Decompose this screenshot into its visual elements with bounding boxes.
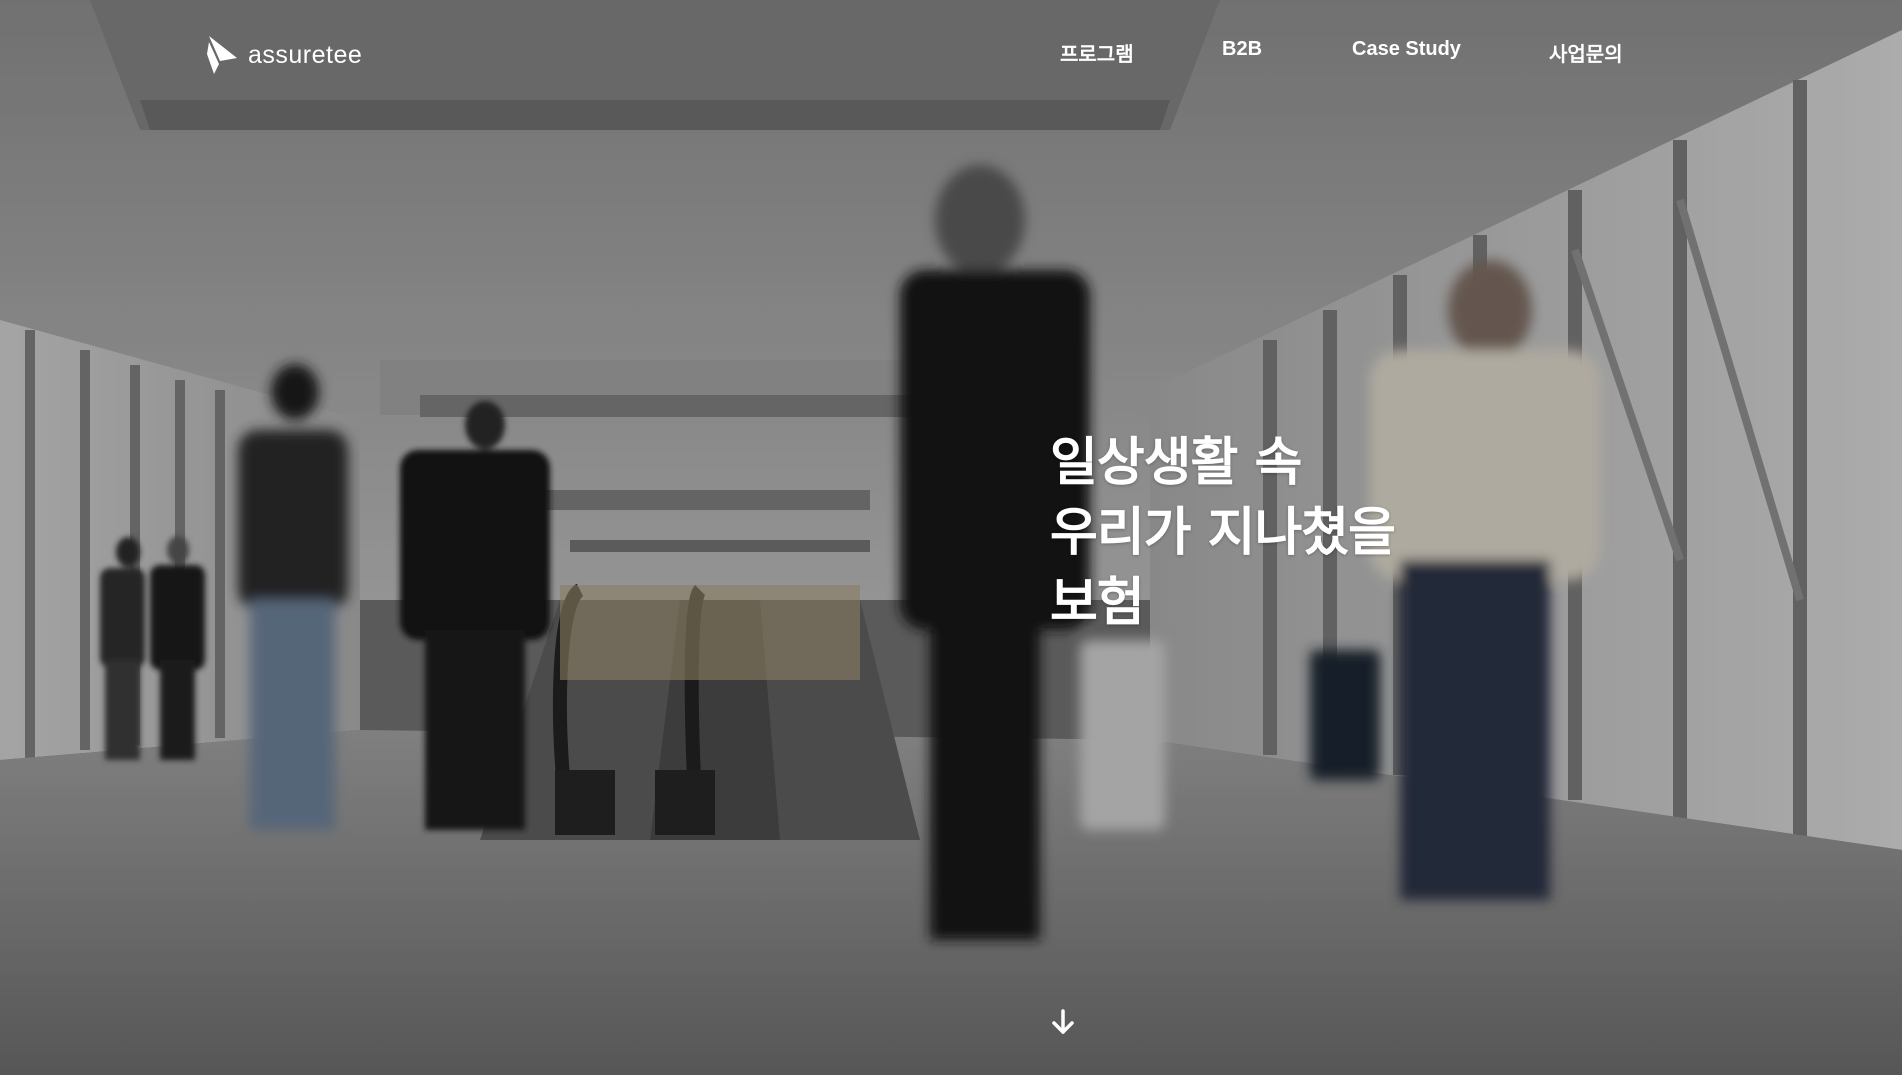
- arrow-down-icon[interactable]: [1050, 1008, 1076, 1036]
- nav-item-b2b[interactable]: B2B: [1222, 38, 1262, 61]
- main-nav: 프로그램 B2B Case Study 사업문의: [0, 38, 1902, 68]
- dark-overlay: [0, 0, 1902, 1075]
- hero-section: [0, 0, 1902, 1075]
- headline-line: 일상생활 속: [1050, 433, 1302, 493]
- hero-headline: 일상생활 속 우리가 지나쳤을 보험: [1050, 428, 1396, 638]
- nav-item-business-inquiry[interactable]: 사업문의: [1549, 38, 1623, 67]
- headline-line: 보험: [1050, 573, 1145, 633]
- nav-item-program[interactable]: 프로그램: [1060, 38, 1134, 67]
- headline-line: 우리가 지나쳤을: [1050, 503, 1396, 563]
- nav-item-case-study[interactable]: Case Study: [1352, 38, 1461, 61]
